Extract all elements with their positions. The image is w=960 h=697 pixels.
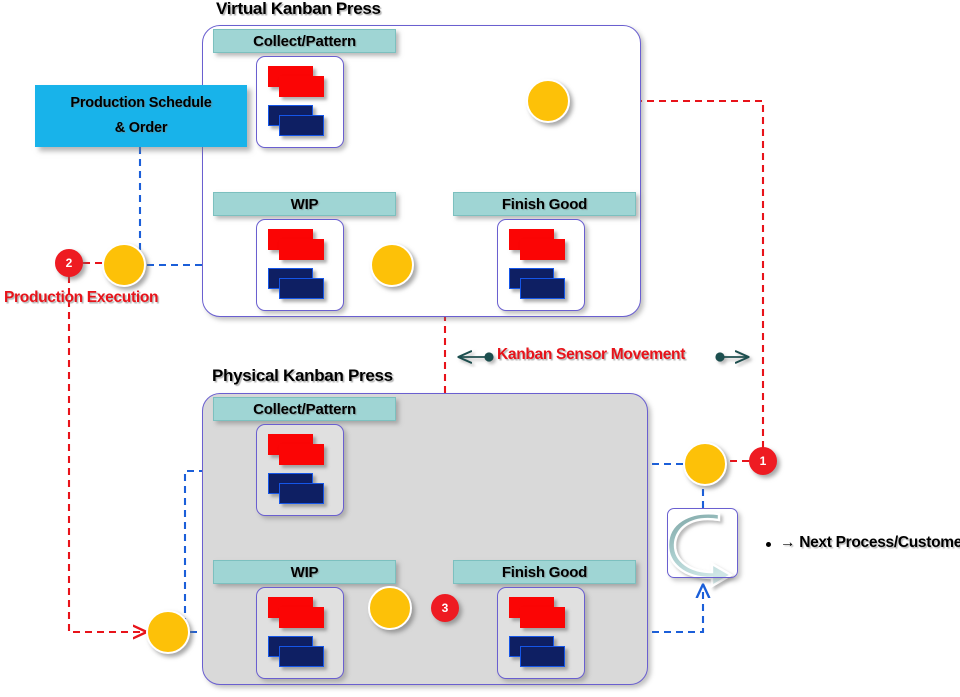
- kanban-card-red-front: [279, 239, 324, 260]
- virtual-wip-header: WIP: [213, 192, 396, 216]
- physical-finish-good-slot: [497, 587, 585, 679]
- kanban-card-navy-front: [520, 646, 565, 667]
- step-marker-2[interactable]: 2: [55, 249, 83, 277]
- step-marker-1[interactable]: 1: [749, 447, 777, 475]
- sensor-node-physical-wip-out[interactable]: [368, 586, 412, 630]
- virtual-finish-good-slot: [497, 219, 585, 311]
- bullet-icon: [766, 542, 771, 547]
- kanban-card-navy-front: [520, 278, 565, 299]
- virtual-finish-good-header: Finish Good: [453, 192, 636, 216]
- kanban-card-navy-front: [279, 483, 324, 504]
- production-execution-label: Production Execution: [4, 289, 159, 306]
- virtual-collect-pattern-header: Collect/Pattern: [213, 29, 396, 53]
- sensor-arrow-right: [715, 352, 748, 361]
- kanban-card-red-front: [520, 607, 565, 628]
- physical-collect-pattern-header: Collect/Pattern: [213, 397, 396, 421]
- step-marker-3[interactable]: 3: [431, 594, 459, 622]
- sensor-arrow-left: [459, 352, 494, 361]
- physical-press-title: Physical Kanban Press: [212, 366, 393, 385]
- kanban-card-red-front: [279, 444, 324, 465]
- sensor-node-virtual-wip-in[interactable]: [102, 243, 146, 287]
- kanban-sensor-movement-label: Kanban Sensor Movement: [497, 346, 686, 363]
- physical-collect-pattern-slot: [256, 424, 344, 516]
- sensor-node-virtual-wip-out[interactable]: [370, 243, 414, 287]
- virtual-press-title: Virtual Kanban Press: [216, 0, 381, 18]
- kanban-card-navy-front: [279, 646, 324, 667]
- kanban-card-navy-front: [279, 278, 324, 299]
- physical-finish-good-header: Finish Good: [453, 560, 636, 584]
- cycle-box[interactable]: [667, 508, 738, 578]
- sensor-node-next-process[interactable]: [683, 442, 727, 486]
- next-process-customer-label: → Next Process/Customer: [780, 534, 960, 551]
- virtual-wip-slot: [256, 219, 344, 311]
- physical-wip-slot: [256, 587, 344, 679]
- kanban-card-red-front: [279, 76, 324, 97]
- sensor-node-virtual-collect[interactable]: [526, 79, 570, 123]
- diagram-canvas: Virtual Kanban Press Physical Kanban Pre…: [0, 0, 960, 697]
- virtual-collect-pattern-slot: [256, 56, 344, 148]
- flow-execution-down-to-bottom-node: [67, 276, 146, 632]
- kanban-card-red-front: [279, 607, 324, 628]
- schedule-line-2: & Order: [114, 120, 168, 136]
- schedule-line-1: Production Schedule: [70, 95, 212, 111]
- kanban-card-navy-front: [279, 115, 324, 136]
- production-schedule-order-box: Production Schedule & Order: [35, 85, 247, 147]
- kanban-card-red-front: [520, 239, 565, 260]
- sensor-node-physical-wip-in[interactable]: [146, 610, 190, 654]
- physical-wip-header: WIP: [213, 560, 396, 584]
